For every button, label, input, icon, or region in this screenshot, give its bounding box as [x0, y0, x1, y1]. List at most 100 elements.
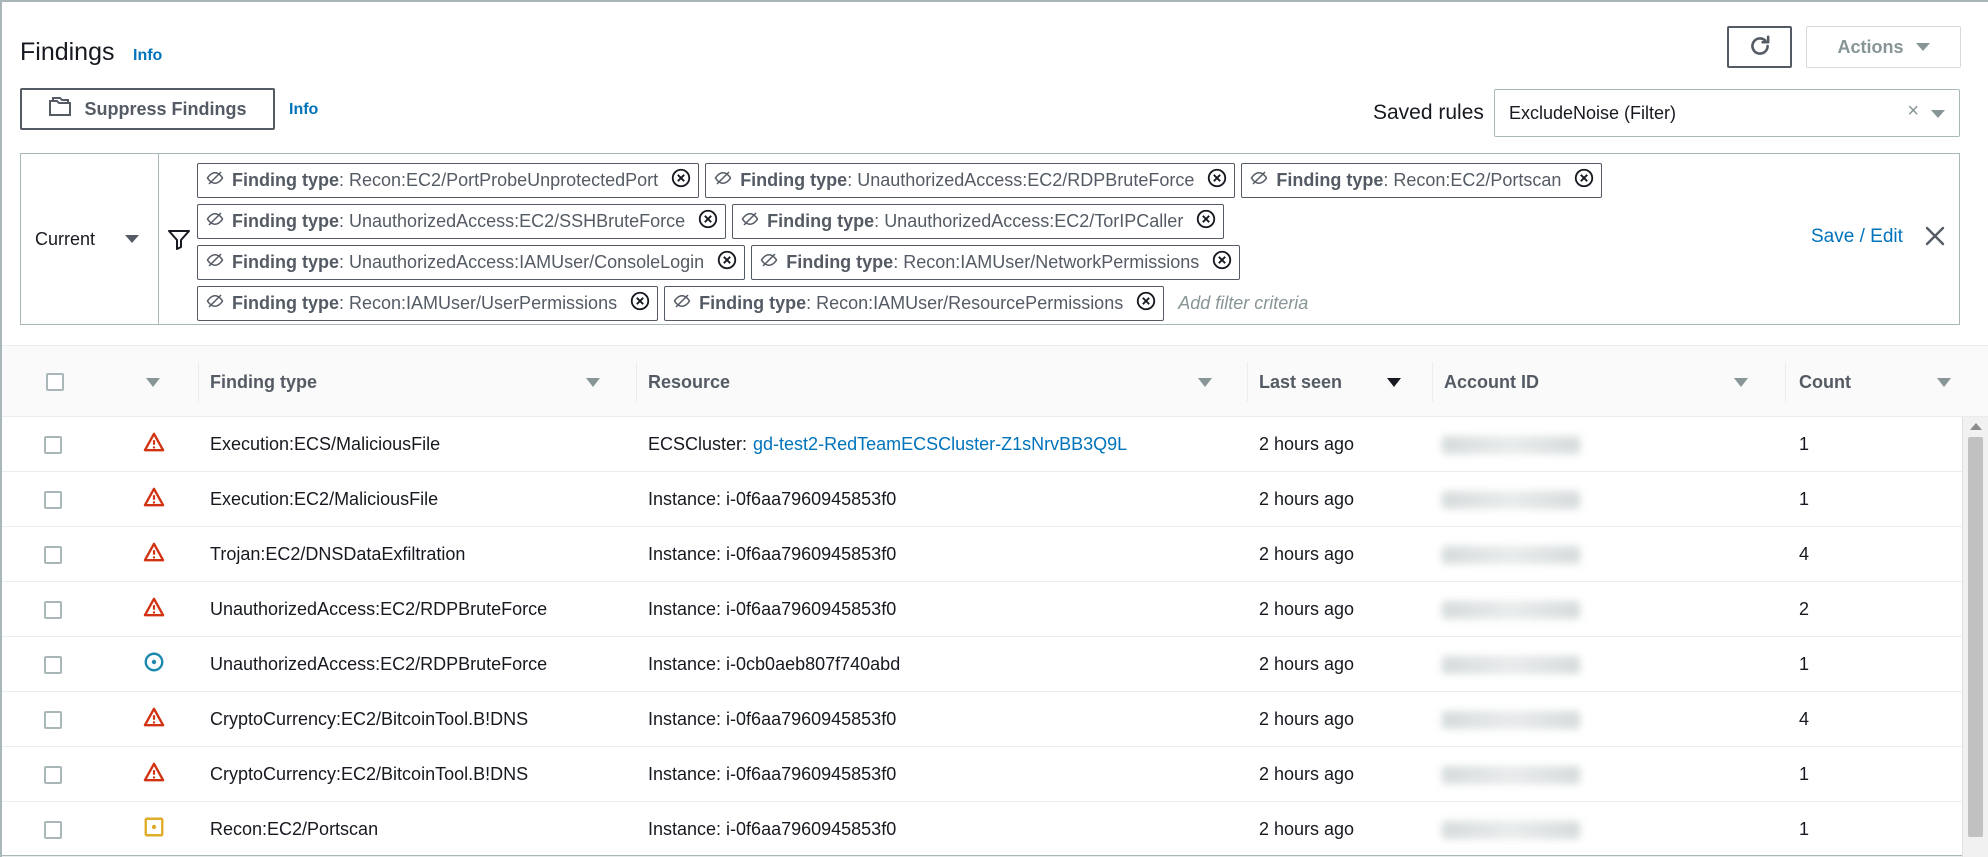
refresh-button[interactable] [1727, 26, 1792, 68]
table-row[interactable]: Trojan:EC2/DNSDataExfiltration Instance: … [2, 527, 1962, 582]
table-row[interactable]: Recon:EC2/Portscan Instance: i-0f6aa79609… [2, 802, 1962, 857]
filter-token[interactable]: Finding type: UnauthorizedAccess:EC2/RDPB… [705, 163, 1236, 198]
filter-token[interactable]: Finding type: UnauthorizedAccess:IAMUser/… [197, 245, 746, 280]
filter-token[interactable]: Finding type: Recon:EC2/Portscan [1241, 163, 1603, 198]
remove-token-icon[interactable] [697, 208, 719, 235]
filter-token-value: Recon:IAMUser/NetworkPermissions [903, 252, 1200, 272]
suppress-findings-button[interactable]: Suppress Findings [20, 88, 275, 130]
remove-token-icon[interactable] [716, 249, 738, 276]
row-checkbox[interactable] [44, 765, 62, 784]
finding-type-cell[interactable]: Recon:EC2/Portscan [210, 802, 378, 857]
filter-token[interactable]: Finding type: Recon:IAMUser/UserPermissio… [197, 286, 659, 321]
actions-label: Actions [1837, 36, 1904, 57]
row-checkbox-cell [44, 582, 62, 637]
sort-icon[interactable] [1734, 378, 1748, 387]
column-header-finding-type[interactable]: Finding type [198, 346, 634, 418]
eye-off-icon[interactable] [206, 292, 224, 315]
sort-icon[interactable] [1198, 378, 1212, 387]
row-checkbox[interactable] [44, 435, 62, 454]
eye-off-icon[interactable] [206, 251, 224, 274]
filter-token[interactable]: Finding type: Recon:IAMUser/ResourcePermi… [664, 286, 1165, 321]
caret-down-icon[interactable] [1931, 110, 1945, 118]
column-header-count[interactable]: Count [1785, 346, 1965, 418]
last-seen-cell: 2 hours ago [1259, 544, 1355, 564]
severity-cell [143, 582, 165, 637]
count-cell: 2 [1799, 599, 1810, 619]
save-edit-link[interactable]: Save / Edit [1811, 226, 1903, 248]
table-row[interactable]: CryptoCurrency:EC2/BitcoinTool.B!DNS Inst… [2, 747, 1962, 802]
sort-icon[interactable] [1937, 378, 1951, 387]
select-all-checkbox-cell [46, 346, 76, 418]
eye-off-icon[interactable] [760, 251, 778, 274]
eye-off-icon[interactable] [741, 210, 759, 233]
finding-type-cell[interactable]: UnauthorizedAccess:EC2/RDPBruteForce [210, 582, 547, 637]
row-checkbox[interactable] [44, 490, 62, 509]
saved-rules-select[interactable]: ExcludeNoise (Filter) × [1494, 89, 1960, 137]
actions-button[interactable]: Actions [1806, 26, 1961, 68]
filter-token[interactable]: Finding type: UnauthorizedAccess:EC2/SSHB… [197, 204, 727, 239]
table-row[interactable]: UnauthorizedAccess:EC2/RDPBruteForce Inst… [2, 582, 1962, 637]
severity-high-icon [143, 597, 165, 622]
remove-token-icon[interactable] [1573, 167, 1595, 194]
eye-off-icon[interactable] [714, 169, 732, 192]
filter-token-row: Finding type: UnauthorizedAccess:EC2/SSHB… [197, 203, 1817, 240]
row-checkbox[interactable] [44, 655, 62, 674]
resource-link[interactable]: gd-test2-RedTeamECSCluster-Z1sNrvBB3Q9L [753, 434, 1127, 455]
column-header-resource[interactable]: Resource [636, 346, 1246, 418]
suppress-info-link[interactable]: Info [289, 101, 318, 119]
severity-cell [143, 472, 165, 527]
finding-type-cell[interactable]: Trojan:EC2/DNSDataExfiltration [210, 527, 465, 582]
finding-type-cell[interactable]: Execution:ECS/MaliciousFile [210, 417, 440, 472]
table-scrollbar[interactable] [1962, 417, 1988, 857]
table-row[interactable]: CryptoCurrency:EC2/BitcoinTool.B!DNS Inst… [2, 692, 1962, 747]
filter-token[interactable]: Finding type: UnauthorizedAccess:EC2/TorI… [732, 204, 1225, 239]
scroll-up-icon[interactable] [1970, 423, 1982, 430]
remove-token-icon[interactable] [629, 290, 651, 317]
remove-token-icon[interactable] [1206, 167, 1228, 194]
findings-table-body: Execution:ECS/MaliciousFile ECSCluster: gd… [2, 417, 1962, 857]
filter-token-value: Recon:IAMUser/ResourcePermissions [816, 293, 1124, 313]
row-checkbox[interactable] [44, 600, 62, 619]
resource-cell: Instance: i-0f6aa7960945853f0 [648, 527, 896, 582]
remove-token-icon[interactable] [1135, 290, 1157, 317]
filter-mode-select[interactable]: Current [21, 154, 159, 324]
account-id-cell [1442, 747, 1580, 802]
select-all-checkbox[interactable] [46, 373, 64, 391]
remove-token-icon[interactable] [670, 167, 692, 194]
row-checkbox[interactable] [44, 710, 62, 729]
sort-icon[interactable] [586, 378, 600, 387]
column-label: Finding type [210, 371, 317, 392]
filter-token[interactable]: Finding type: Recon:EC2/PortProbeUnprotec… [197, 163, 700, 198]
scrollbar-thumb[interactable] [1968, 437, 1983, 837]
sort-descending-icon[interactable] [1387, 378, 1401, 387]
finding-type-cell[interactable]: CryptoCurrency:EC2/BitcoinTool.B!DNS [210, 747, 528, 802]
finding-type-cell[interactable]: CryptoCurrency:EC2/BitcoinTool.B!DNS [210, 692, 528, 747]
severity-medium-icon [143, 816, 165, 843]
finding-type-cell[interactable]: Execution:EC2/MaliciousFile [210, 472, 438, 527]
eye-off-icon[interactable] [673, 292, 691, 315]
redacted-account-id [1442, 545, 1580, 564]
severity-column-header[interactable] [102, 346, 172, 418]
remove-token-icon[interactable] [1195, 208, 1217, 235]
row-checkbox[interactable] [44, 545, 62, 564]
filter-token-separator: : [874, 211, 880, 231]
filter-bar: Current Finding type: Recon:EC2/PortProbe… [20, 153, 1960, 325]
sort-icon[interactable] [146, 378, 160, 387]
add-filter-input[interactable]: Add filter criteria [1178, 293, 1308, 314]
filter-token[interactable]: Finding type: Recon:IAMUser/NetworkPermis… [751, 245, 1241, 280]
count-cell: 1 [1799, 654, 1810, 674]
clear-icon[interactable]: × [1907, 100, 1919, 123]
eye-off-icon[interactable] [206, 210, 224, 233]
column-header-last-seen[interactable]: Last seen [1247, 346, 1432, 418]
table-row[interactable]: Execution:EC2/MaliciousFile Instance: i-0… [2, 472, 1962, 527]
finding-type-cell[interactable]: UnauthorizedAccess:EC2/RDPBruteForce [210, 637, 547, 692]
table-row[interactable]: UnauthorizedAccess:EC2/RDPBruteForce Inst… [2, 637, 1962, 692]
close-icon[interactable] [1923, 224, 1947, 254]
title-info-link[interactable]: Info [133, 47, 162, 65]
column-header-account-id[interactable]: Account ID [1432, 346, 1784, 418]
eye-off-icon[interactable] [1250, 169, 1268, 192]
table-row[interactable]: Execution:ECS/MaliciousFile ECSCluster: gd… [2, 417, 1962, 472]
eye-off-icon[interactable] [206, 169, 224, 192]
remove-token-icon[interactable] [1211, 249, 1233, 276]
row-checkbox[interactable] [44, 820, 62, 839]
